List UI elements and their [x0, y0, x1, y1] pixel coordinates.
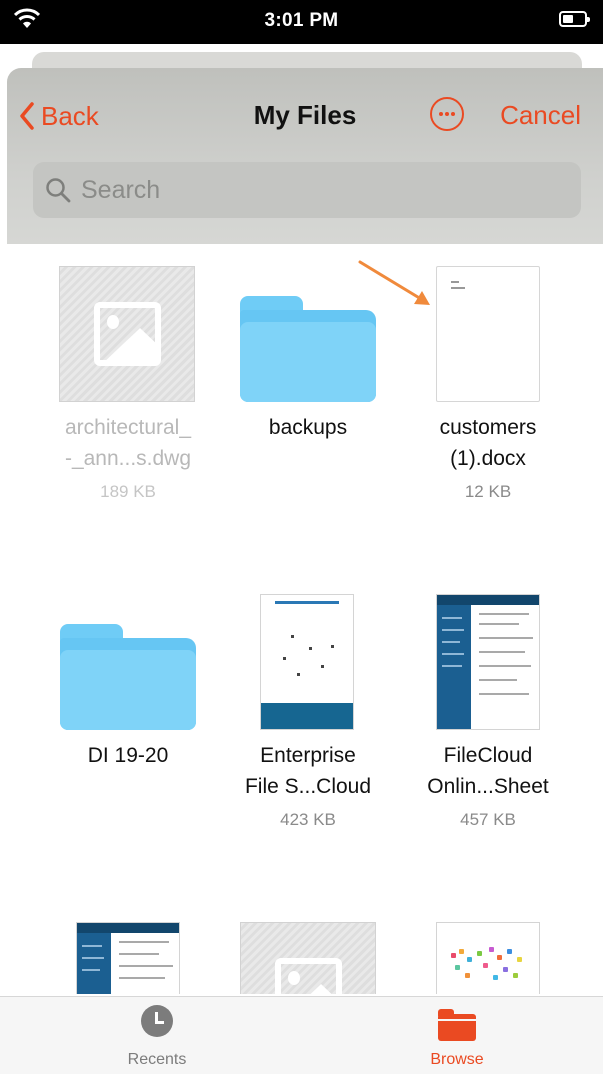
ellipsis-circle-icon[interactable] [430, 97, 464, 131]
folder-icon [438, 1009, 476, 1041]
chevron-left-icon [20, 102, 34, 130]
file-name: architectural_ -_ann...s.dwg [64, 416, 192, 470]
folder-icon [60, 624, 196, 730]
tab-bar: Recents Browse [0, 996, 603, 1074]
file-item[interactable]: architectural_ -_ann...s.dwg 189 KB [38, 244, 218, 524]
image-placeholder-icon [59, 266, 195, 402]
file-item[interactable] [398, 900, 578, 994]
file-item[interactable]: customers (1).docx 12 KB [398, 244, 578, 524]
file-size: 189 KB [100, 482, 156, 501]
file-item[interactable]: Enterprise File S...Cloud 423 KB [218, 572, 398, 852]
tab-browse[interactable]: Browse [377, 997, 537, 1074]
navigation-header: Back My Files Cancel [7, 68, 603, 244]
spreadsheet-thumbnail [436, 594, 540, 730]
tab-label: Browse [430, 1051, 484, 1068]
file-name: FileCloud Onlin...Sheet [427, 744, 549, 798]
pdf-thumbnail [260, 594, 354, 730]
back-label: Back [41, 100, 99, 131]
file-name: DI 19-20 [87, 744, 169, 767]
search-bar[interactable] [33, 162, 581, 218]
file-item[interactable]: FileCloud Onlin...Sheet 457 KB [398, 572, 578, 852]
battery-icon [559, 11, 590, 27]
file-name: customers (1).docx [439, 416, 537, 470]
search-icon [46, 178, 71, 203]
file-size: 457 KB [460, 810, 516, 829]
file-size: 12 KB [464, 482, 512, 501]
spreadsheet-thumbnail [76, 922, 180, 994]
file-grid: architectural_ -_ann...s.dwg 189 KB back… [0, 244, 603, 994]
tab-label: Recents [127, 1051, 187, 1068]
file-item[interactable] [38, 900, 218, 994]
file-name: backups [268, 416, 348, 439]
status-time: 3:01 PM [264, 10, 339, 31]
tab-recents[interactable]: Recents [77, 997, 237, 1074]
cancel-button[interactable]: Cancel [500, 100, 581, 131]
status-bar: 3:01 PM [0, 0, 603, 44]
file-item[interactable] [218, 900, 398, 994]
map-thumbnail [436, 922, 540, 994]
clock-icon [141, 1005, 173, 1037]
file-name: Enterprise File S...Cloud [244, 744, 372, 798]
folder-icon [240, 296, 376, 402]
folder-item[interactable]: DI 19-20 [38, 572, 218, 852]
back-button[interactable]: Back [19, 98, 99, 134]
folder-item[interactable]: backups [218, 244, 398, 524]
file-size: 423 KB [280, 810, 336, 829]
search-input[interactable] [81, 162, 571, 218]
document-thumbnail [436, 266, 540, 402]
image-placeholder-icon [240, 922, 376, 994]
